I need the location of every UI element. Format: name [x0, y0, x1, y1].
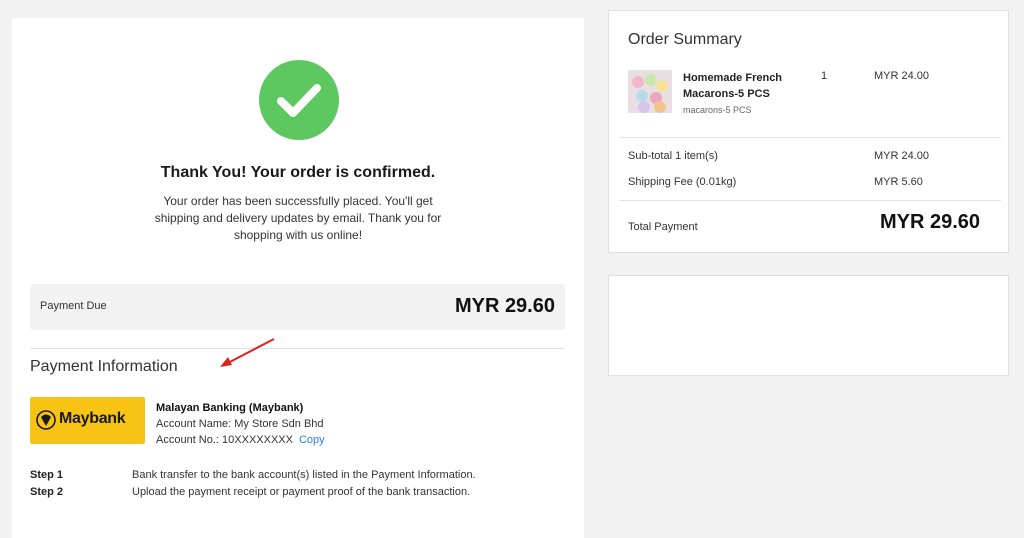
order-summary-title: Order Summary [628, 31, 742, 48]
step-2-text: Upload the payment receipt or payment pr… [132, 486, 471, 498]
product-name[interactable]: Homemade French Macarons-5 PCS [683, 70, 803, 102]
total-payment-value: MYR 29.60 [880, 211, 981, 233]
copy-account-link[interactable]: Copy [299, 434, 325, 446]
payment-due-box: Payment Due MYR 29.60 [30, 284, 565, 330]
summary-divider [619, 137, 1001, 138]
bank-name: Malayan Banking (Maybank) [156, 402, 304, 414]
success-check-icon [259, 60, 339, 140]
step-1-label: Step 1 [30, 469, 64, 481]
product-price: MYR 24.00 [874, 70, 930, 82]
order-summary-card: Order Summary Homemade French Macarons-5… [608, 10, 1009, 253]
account-number-row: Account No.: 10XXXXXXXX Copy [156, 434, 325, 446]
maybank-tiger-icon [36, 410, 56, 430]
payment-due-label: Payment Due [40, 300, 107, 312]
product-thumbnail[interactable] [628, 70, 672, 113]
shipping-fee-value: MYR 5.60 [874, 176, 923, 188]
maybank-logo: Maybank [30, 397, 145, 444]
maybank-logo-text: Maybank [59, 410, 126, 427]
step-2-label: Step 2 [30, 486, 64, 498]
confirmation-message: Your order has been successfully placed.… [154, 194, 442, 242]
subtotal-label: Sub-total 1 item(s) [628, 150, 718, 162]
product-variant: macarons-5 PCS [683, 105, 752, 115]
subtotal-value: MYR 24.00 [874, 150, 930, 162]
total-payment-label: Total Payment [628, 221, 698, 233]
empty-panel [608, 275, 1009, 376]
account-name: Account Name: My Store Sdn Bhd [156, 418, 324, 430]
payment-information-title: Payment Information [30, 358, 178, 375]
product-quantity: 1 [821, 70, 828, 82]
account-number: Account No.: 10XXXXXXXX [156, 434, 293, 446]
annotation-arrow-icon [220, 338, 275, 367]
section-divider [30, 348, 565, 349]
summary-divider [619, 200, 1001, 201]
step-1-text: Bank transfer to the bank account(s) lis… [132, 469, 476, 481]
shipping-fee-label: Shipping Fee (0.01kg) [628, 176, 737, 188]
payment-due-amount: MYR 29.60 [454, 295, 555, 317]
confirmation-title: Thank You! Your order is confirmed. [160, 164, 436, 181]
